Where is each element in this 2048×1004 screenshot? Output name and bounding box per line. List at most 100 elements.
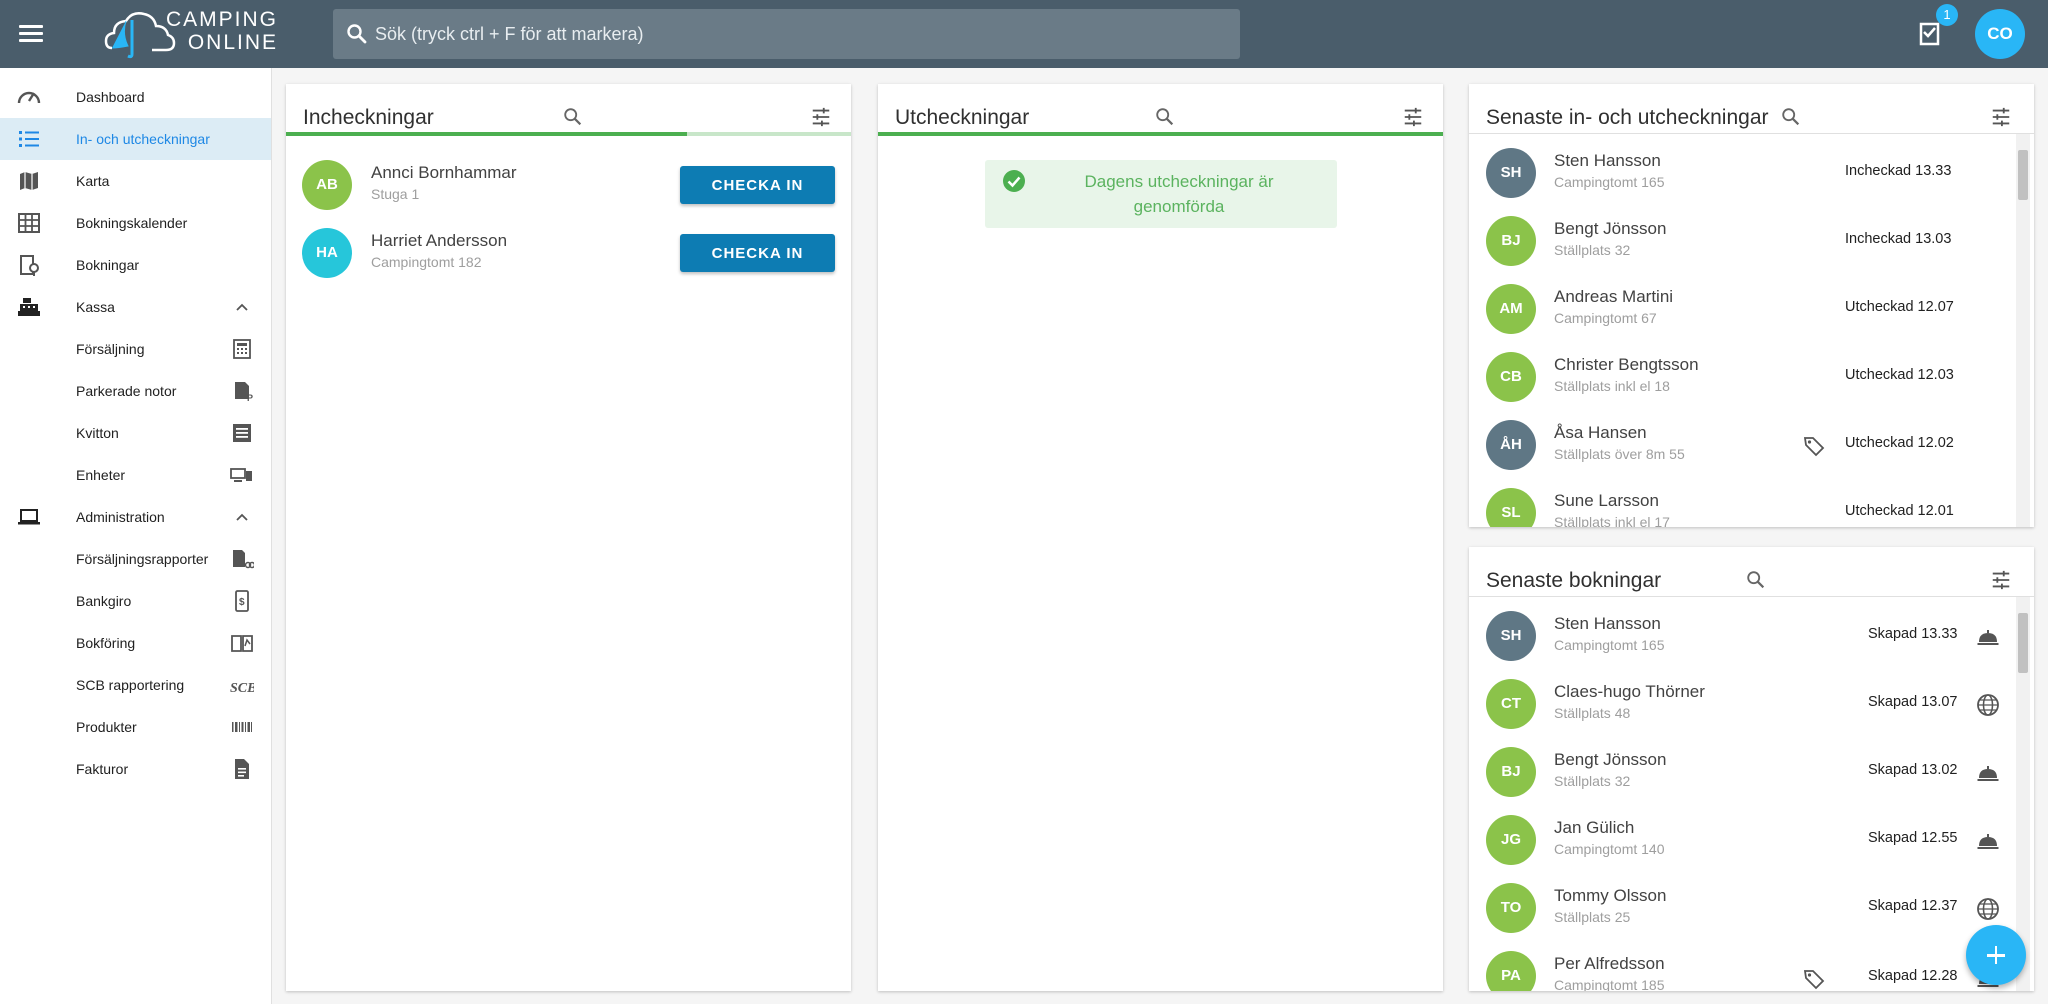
sidebar-item-dashboard[interactable]: Dashboard: [0, 76, 271, 118]
check-in-button[interactable]: CHECKA IN: [680, 234, 835, 272]
filter-sliders-icon[interactable]: [1990, 569, 2012, 591]
recent-checks-search-input[interactable]: [1814, 106, 1980, 134]
list-item[interactable]: SL Sune Larsson Ställplats inkl el 17 Ut…: [1469, 480, 2016, 527]
avatar: BJ: [1486, 216, 1536, 266]
sidebar-item-bokforing[interactable]: Bokföring: [0, 622, 271, 664]
reception-bell-icon: [1977, 630, 1999, 645]
recent-checks-panel: Senaste in- och utcheckningar SH Sten Ha…: [1469, 84, 2034, 527]
avatar: CT: [1486, 679, 1536, 729]
check-status: Utcheckad 12.07: [1845, 299, 1954, 315]
booking-created: Skapad 13.33: [1868, 626, 1958, 642]
scrollbar-thumb[interactable]: [2018, 613, 2028, 673]
sidebar-item-parkerade-notor[interactable]: Parkerade notor P: [0, 370, 271, 412]
scrollbar[interactable]: [2016, 134, 2030, 527]
sidebar-item-bankgiro[interactable]: Bankgiro $: [0, 580, 271, 622]
hamburger-menu-icon[interactable]: [16, 18, 48, 50]
plus-icon-v: [1994, 946, 1998, 964]
list-item[interactable]: TO Tommy Olsson Ställplats 25 Skapad 12.…: [1469, 875, 2016, 943]
chevron-up-icon[interactable]: [234, 509, 250, 525]
sidebar-item-checkins[interactable]: In- och utcheckningar: [0, 118, 271, 160]
booking-created: Skapad 12.28: [1868, 968, 1958, 984]
search-icon: [1156, 108, 1174, 126]
tag-icon: [1803, 970, 1825, 990]
list-item[interactable]: SH Sten Hansson Campingtomt 165 Inchecka…: [1469, 140, 2016, 208]
user-avatar[interactable]: CO: [1975, 9, 2025, 59]
guest-place: Stuga 1: [371, 186, 420, 202]
booking-icon: [20, 255, 39, 276]
recent-checks-title: Senaste in- och utcheckningar: [1486, 106, 1769, 129]
checkins-progress-fill: [286, 132, 687, 136]
avatar: PA: [1486, 951, 1536, 991]
sidebar-item-label: Bokningskalender: [76, 215, 188, 231]
sidebar-item-label: Kassa: [76, 299, 115, 315]
sidebar-item-label: Försäljningsrapporter: [76, 551, 209, 567]
checkouts-panel: Utcheckningar Dagens utcheckningar är ge…: [878, 84, 1443, 991]
checkin-row: AB Annci Bornhammar Stuga 1 CHECKA IN: [286, 151, 851, 219]
guest-place: Campingtomt 140: [1554, 841, 1665, 857]
guest-name: Jan Gülich: [1554, 818, 1635, 837]
list-item[interactable]: JG Jan Gülich Campingtomt 140 Skapad 12.…: [1469, 807, 2016, 875]
list-item[interactable]: PA Per Alfredsson Campingtomt 185 Skapad…: [1469, 943, 2016, 991]
filter-sliders-icon[interactable]: [1990, 106, 2012, 128]
filter-sliders-icon[interactable]: [810, 106, 832, 128]
checkins-panel: Incheckningar AB Annci Bornhammar Stuga …: [286, 84, 851, 991]
global-search-input[interactable]: [375, 9, 1225, 59]
avatar: SL: [1486, 488, 1536, 527]
guest-place: Campingtomt 165: [1554, 637, 1665, 653]
add-fab-button[interactable]: [1966, 925, 2026, 985]
sidebar-item-forsaljning[interactable]: Försäljning: [0, 328, 271, 370]
sidebar-item-bokningskalender[interactable]: Bokningskalender: [0, 202, 271, 244]
sidebar-item-label: Fakturor: [76, 761, 129, 777]
check-status: Utcheckad 12.01: [1845, 503, 1954, 519]
checkouts-done-message: Dagens utcheckningar är genomförda: [1084, 172, 1274, 216]
checkouts-search-input[interactable]: [1189, 106, 1388, 134]
filter-sliders-icon[interactable]: [1402, 106, 1424, 128]
scrollbar[interactable]: [2016, 597, 2030, 991]
reception-bell-icon: [1977, 834, 1999, 849]
guest-name: Harriet Andersson: [371, 231, 508, 250]
sidebar-item-fakturor[interactable]: Fakturor: [0, 748, 271, 790]
sidebar-item-forsaljningsrapporter[interactable]: Försäljningsrapporter: [0, 538, 271, 580]
sidebar-item-produkter[interactable]: Produkter: [0, 706, 271, 748]
sidebar-item-scb-rapportering[interactable]: SCB rapportering SCB: [0, 664, 271, 706]
scb-icon: SCB: [230, 681, 254, 696]
list-item[interactable]: BJ Bengt Jönsson Ställplats 32 Incheckad…: [1469, 208, 2016, 276]
checkouts-done-alert: Dagens utcheckningar är genomförda: [985, 160, 1337, 228]
sidebar-item-bokningar[interactable]: Bokningar: [0, 244, 271, 286]
guest-place: Campingtomt 182: [371, 254, 482, 270]
guest-name: Andreas Martini: [1554, 287, 1674, 306]
notification-count-badge: 1: [1936, 4, 1958, 26]
list-item[interactable]: CT Claes-hugo Thörner Ställplats 48 Skap…: [1469, 671, 2016, 739]
global-search[interactable]: [333, 9, 1240, 59]
svg-text:$: $: [239, 597, 245, 608]
check-status: Utcheckad 12.03: [1845, 367, 1954, 383]
list-item[interactable]: AM Andreas Martini Campingtomt 67 Utchec…: [1469, 276, 2016, 344]
sidebar-item-label: Bankgiro: [76, 593, 132, 609]
brand-line-1: CAMPING: [165, 8, 278, 31]
check-in-button[interactable]: CHECKA IN: [680, 166, 835, 204]
sidebar-item-label: Enheter: [76, 467, 126, 483]
recent-bookings-search-input[interactable]: [1780, 569, 1979, 597]
sidebar-item-enheter[interactable]: Enheter: [0, 454, 271, 496]
calculator-icon: [233, 339, 251, 359]
list-item[interactable]: ÅH Åsa Hansen Ställplats över 8m 55 Utch…: [1469, 412, 2016, 480]
checkin-row: HA Harriet Andersson Campingtomt 182 CHE…: [286, 219, 851, 287]
brand-name: CAMPING ONLINE: [106, 8, 278, 54]
sidebar-item-kvitton[interactable]: Kvitton: [0, 412, 271, 454]
receipt-icon: [233, 424, 251, 442]
list-item[interactable]: CB Christer Bengtsson Ställplats inkl el…: [1469, 344, 2016, 412]
recent-checks-list: SH Sten Hansson Campingtomt 165 Inchecka…: [1469, 134, 2016, 527]
reception-bell-icon: [1977, 766, 1999, 781]
list-item[interactable]: SH Sten Hansson Campingtomt 165 Skapad 1…: [1469, 603, 2016, 671]
list-item[interactable]: BJ Bengt Jönsson Ställplats 32 Skapad 13…: [1469, 739, 2016, 807]
sidebar-item-label: Bokföring: [76, 635, 136, 651]
sidebar-item-karta[interactable]: Karta: [0, 160, 271, 202]
sidebar-item-administration[interactable]: Administration: [0, 496, 271, 538]
checkins-search-input[interactable]: [597, 106, 796, 134]
chevron-up-icon[interactable]: [234, 299, 250, 315]
scrollbar-thumb[interactable]: [2018, 150, 2028, 200]
guest-name: Bengt Jönsson: [1554, 219, 1667, 238]
sidebar-item-kassa[interactable]: Kassa: [0, 286, 271, 328]
avatar: AM: [1486, 284, 1536, 334]
recent-bookings-list: SH Sten Hansson Campingtomt 165 Skapad 1…: [1469, 597, 2016, 991]
